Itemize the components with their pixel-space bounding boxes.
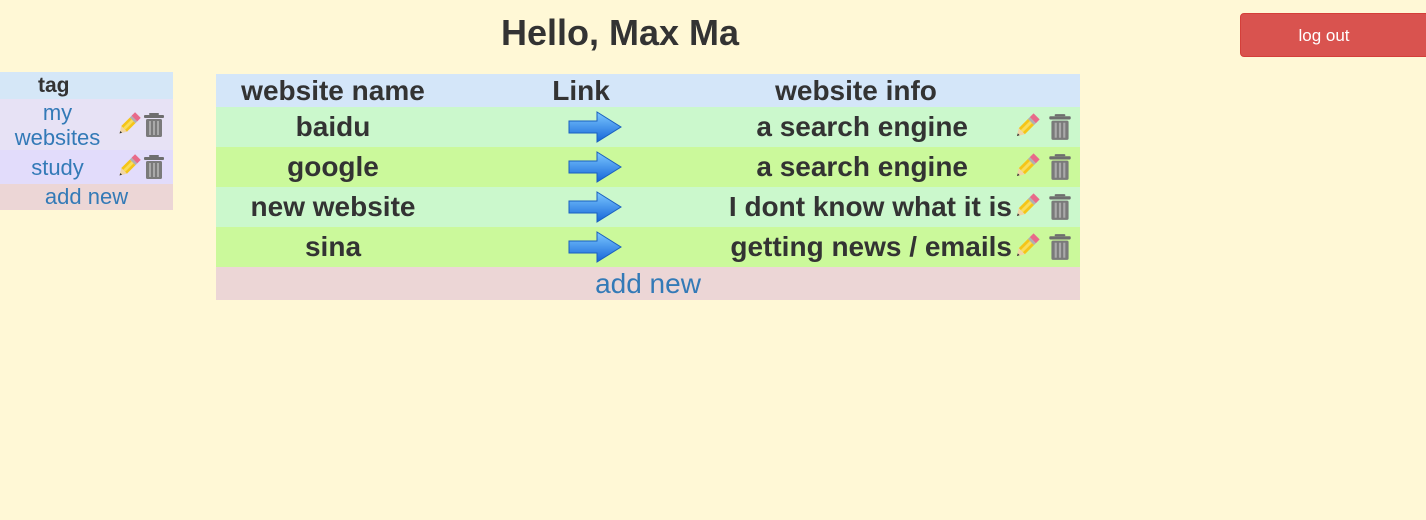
tag-header: tag xyxy=(0,72,173,99)
tag-link-my-websites[interactable]: my websites xyxy=(0,100,115,150)
pencil-icon[interactable] xyxy=(115,153,141,181)
arrow-right-icon[interactable] xyxy=(567,110,623,144)
trash-icon[interactable] xyxy=(141,153,167,181)
pencil-icon[interactable] xyxy=(1012,112,1040,142)
page: Hello, Max Ma log out tag my websites st… xyxy=(0,0,1426,520)
trash-icon[interactable] xyxy=(1046,152,1074,182)
column-header-link: Link xyxy=(552,75,610,106)
tag-row: my websites xyxy=(0,99,173,150)
website-info: a search engine xyxy=(756,151,968,182)
table-row: google a search engine xyxy=(216,147,1080,187)
trash-icon[interactable] xyxy=(1046,112,1074,142)
website-table-header: website name Link website info xyxy=(216,74,1080,107)
info-cell: a search engine xyxy=(712,107,1080,147)
pencil-icon[interactable] xyxy=(1012,192,1040,222)
pencil-icon[interactable] xyxy=(1012,232,1040,262)
link-cell xyxy=(450,227,712,267)
table-row: new website I dont know what it is xyxy=(216,187,1080,227)
add-website-link[interactable]: add new xyxy=(216,267,1080,300)
pencil-icon[interactable] xyxy=(115,111,141,139)
website-name: sina xyxy=(304,231,362,262)
info-cell: a search engine xyxy=(712,147,1080,187)
add-tag-link[interactable]: add new xyxy=(0,184,173,210)
pencil-icon[interactable] xyxy=(1012,152,1040,182)
link-cell xyxy=(450,187,712,227)
column-header-info: website info xyxy=(775,75,937,106)
arrow-right-icon[interactable] xyxy=(567,190,623,224)
website-info: a search engine xyxy=(756,111,968,142)
logout-button[interactable]: log out xyxy=(1240,13,1426,57)
info-cell: I dont know what it is xyxy=(712,187,1080,227)
arrow-right-icon[interactable] xyxy=(567,230,623,264)
link-cell xyxy=(450,147,712,187)
website-name: baidu xyxy=(295,111,371,142)
website-table: website name Link website info baidu a s… xyxy=(216,74,1080,300)
website-name: new website xyxy=(250,191,416,222)
greeting-title: Hello, Max Ma xyxy=(500,12,740,53)
column-header-name: website name xyxy=(241,75,425,106)
tag-table: tag my websites study add new xyxy=(0,72,173,210)
trash-icon[interactable] xyxy=(141,111,167,139)
tag-link-study[interactable]: study xyxy=(0,155,115,180)
link-cell xyxy=(450,107,712,147)
tag-row: study xyxy=(0,150,173,184)
trash-icon[interactable] xyxy=(1046,232,1074,262)
arrow-right-icon[interactable] xyxy=(567,150,623,184)
logout-label: log out xyxy=(1298,26,1350,45)
info-cell: getting news / emails xyxy=(712,227,1080,267)
website-name: google xyxy=(287,151,379,182)
trash-icon[interactable] xyxy=(1046,192,1074,222)
table-row: baidu a search engine xyxy=(216,107,1080,147)
website-info: getting news / emails xyxy=(730,231,1012,262)
website-info: I dont know what it is xyxy=(728,191,1012,222)
table-row: sina getting news / emails xyxy=(216,227,1080,267)
